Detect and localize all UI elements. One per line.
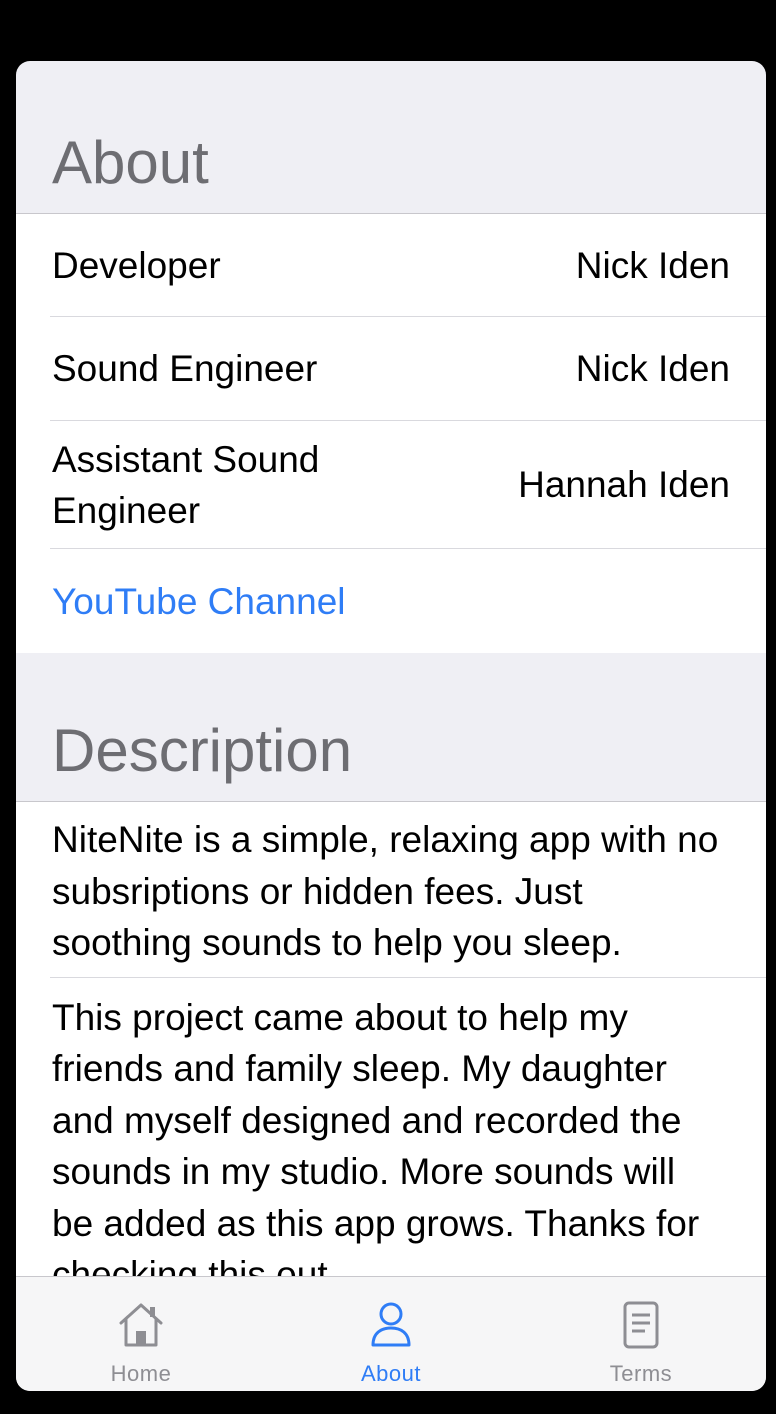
settings-scroll-view[interactable]: About Developer Nick Iden Sound Engineer… — [16, 61, 766, 1276]
about-screen: About Developer Nick Iden Sound Engineer… — [16, 61, 766, 1391]
tab-terms[interactable]: Terms — [516, 1277, 766, 1391]
about-group: Developer Nick Iden Sound Engineer Nick … — [16, 214, 766, 653]
house-icon — [119, 1303, 163, 1347]
description-section-header: Description — [16, 653, 766, 802]
tab-about-label: About — [361, 1361, 421, 1386]
sound-engineer-label: Sound Engineer — [52, 348, 318, 389]
about-section-header: About — [16, 61, 766, 214]
person-icon — [371, 1302, 411, 1347]
assistant-sound-engineer-row: Assistant Sound Engineer Hannah Iden — [50, 421, 766, 549]
youtube-channel-link[interactable]: YouTube Channel — [50, 576, 346, 627]
sound-engineer-value: Nick Iden — [575, 348, 730, 389]
tab-about[interactable]: About — [266, 1277, 516, 1391]
tab-home-label: Home — [110, 1361, 172, 1386]
sound-engineer-row: Sound Engineer Nick Iden — [50, 317, 766, 421]
description-group: NiteNite is a simple, relaxing app with … — [16, 802, 766, 1276]
developer-label: Developer — [52, 244, 221, 286]
developer-row: Developer Nick Iden — [50, 214, 766, 317]
assistant-sound-engineer-value: Hannah Iden — [518, 464, 730, 505]
developer-value: Nick Iden — [575, 244, 730, 286]
tab-home[interactable]: Home — [16, 1277, 266, 1391]
document-icon — [623, 1301, 659, 1349]
youtube-channel-row[interactable]: YouTube Channel — [50, 549, 766, 653]
about-section-title: About — [52, 129, 209, 196]
assistant-sound-engineer-label: Assistant Sound Engineer — [52, 438, 320, 531]
description-paragraph: This project came about to help my frien… — [52, 996, 700, 1277]
description-section-title: Description — [52, 717, 353, 784]
tab-bar: Home About Terms — [16, 1276, 766, 1391]
tab-terms-label: Terms — [609, 1361, 673, 1386]
description-paragraph: NiteNite is a simple, relaxing app with … — [50, 802, 766, 978]
